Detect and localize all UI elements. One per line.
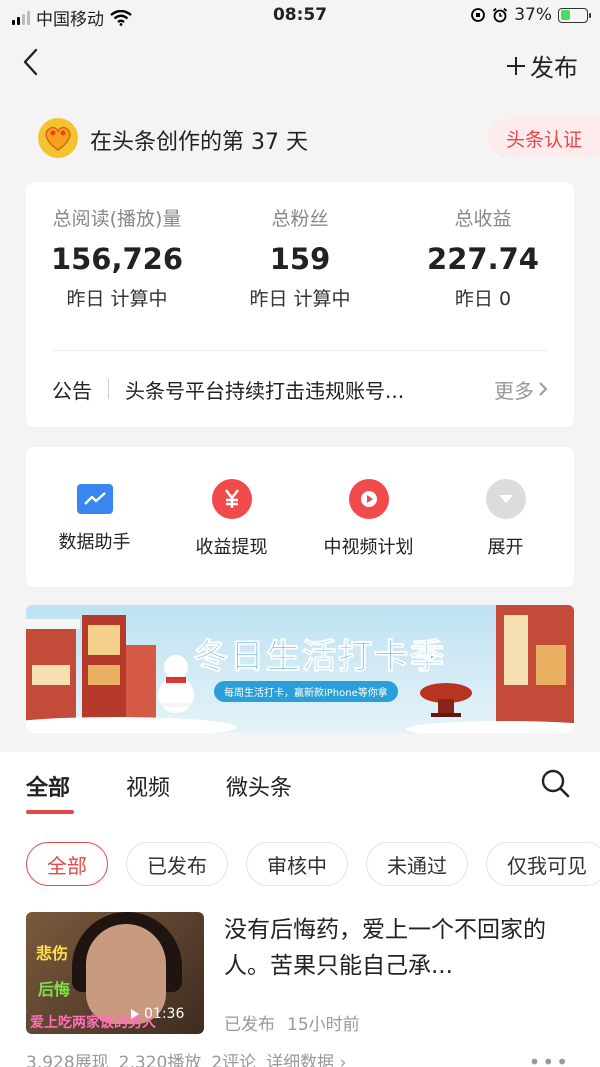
stat-total-income[interactable]: 总收益 227.74 昨日 0: [392, 204, 574, 311]
tools-card: 数据助手 收益提现 中视频计划 展开: [26, 447, 574, 587]
notice-bar[interactable]: 公告 头条号平台持续打击违规账号... 更多: [52, 372, 548, 406]
tool-expand[interactable]: 展开: [437, 479, 574, 559]
plus-icon: [507, 56, 525, 75]
banner-title: 冬日生活打卡季: [194, 637, 446, 678]
tab-micro-post[interactable]: 微头条: [226, 770, 292, 802]
tool-label: 中视频计划: [323, 537, 414, 558]
tool-mid-video-plan[interactable]: 中视频计划: [300, 479, 437, 559]
stat-label: 总收益: [454, 208, 512, 230]
filter-chip-published[interactable]: 已发布: [126, 842, 228, 886]
details-link[interactable]: 详细数据 ›: [266, 1048, 346, 1067]
comments-count: 2评论: [211, 1053, 257, 1067]
battery-icon: [558, 7, 591, 23]
stat-sub: 昨日 计算中: [66, 288, 168, 310]
stat-total-fans[interactable]: 总粉丝 159 昨日 计算中: [209, 204, 391, 311]
stat-value: 156,726: [50, 242, 184, 276]
filter-chip-private[interactable]: 仅我可见: [486, 842, 600, 886]
stat-sub: 昨日 计算中: [249, 288, 351, 310]
stat-total-reads[interactable]: 总阅读(播放)量 156,726 昨日 计算中: [26, 204, 208, 311]
filter-chip-reviewing[interactable]: 审核中: [246, 842, 348, 886]
filter-chips: 全部 已发布 审核中 未通过 仅我可见: [26, 842, 600, 886]
chevron-left-icon: [23, 48, 38, 76]
alarm-icon: [493, 7, 508, 23]
chevron-right-icon: [539, 382, 548, 396]
search-icon[interactable]: [540, 768, 570, 798]
avatar[interactable]: [38, 118, 78, 158]
stat-label: 总粉丝: [271, 208, 329, 230]
publish-label: 发布: [530, 54, 578, 82]
tool-label: 数据助手: [58, 532, 131, 553]
notice-text[interactable]: 头条号平台持续打击违规账号...: [125, 375, 482, 404]
stat-label: 总阅读(播放)量: [52, 208, 182, 230]
nav-bar: 发布: [0, 36, 600, 92]
video-thumbnail[interactable]: 悲伤 后悔 爱上吃两家饭的男人 01:36: [26, 912, 204, 1034]
tab-all[interactable]: 全部: [26, 770, 70, 802]
content-section: 全部 视频 微头条 全部 已发布 审核中 未通过 仅我可见 悲伤 后悔 爱上吃两…: [0, 752, 600, 1067]
thumbnail-text: 后悔: [38, 980, 71, 999]
promo-banner[interactable]: 冬日生活打卡季 每周生活打卡，赢新款iPhone等你拿: [26, 605, 574, 733]
banner-subtitle: 每周生活打卡，赢新款iPhone等你拿: [214, 681, 398, 702]
stat-sub: 昨日 0: [454, 288, 512, 310]
plays-count: 2,320播放: [118, 1053, 202, 1067]
filter-chip-rejected[interactable]: 未通过: [366, 842, 468, 886]
creator-row: 在头条创作的第 37 天 头条认证: [0, 112, 600, 164]
more-options-icon[interactable]: •••: [529, 1050, 570, 1067]
status-bar: 中国移动 08:57 37%: [0, 0, 600, 32]
details-label: 详细数据: [266, 1053, 335, 1067]
play-icon: [131, 1009, 139, 1019]
tab-video[interactable]: 视频: [126, 770, 170, 802]
back-button[interactable]: [18, 46, 48, 78]
tool-data-assistant[interactable]: 数据助手: [26, 479, 163, 554]
article-stats: 3,928展现 2,320播放 2评论 详细数据 ›: [26, 1048, 346, 1067]
cert-badge[interactable]: 头条认证: [488, 118, 600, 158]
creation-days-text: 在头条创作的第 37 天: [90, 130, 308, 155]
notice-tag: 公告: [52, 378, 92, 403]
article-status: 已发布: [224, 1015, 275, 1035]
notice-more-link[interactable]: 更多: [494, 375, 548, 404]
article-time: 15小时前: [287, 1015, 360, 1035]
stat-value: 227.74: [427, 242, 539, 276]
content-tabs: 全部 视频 微头条: [0, 752, 600, 816]
yen-icon: [211, 479, 252, 519]
divider: [52, 350, 548, 351]
battery-fill: [560, 10, 570, 20]
notice-separator: [108, 379, 109, 399]
battery-percent: 37%: [514, 5, 552, 25]
video-duration: 01:36: [130, 1006, 184, 1022]
thumbnail-text: 悲伤: [36, 944, 69, 963]
play-icon: [348, 479, 389, 519]
publish-button[interactable]: 发布: [506, 48, 578, 83]
notice-more-label: 更多: [494, 378, 534, 403]
tool-income-withdraw[interactable]: 收益提现: [163, 479, 300, 559]
article-item[interactable]: 悲伤 后悔 爱上吃两家饭的男人 01:36 没有后悔药，爱上一个不回家的人。苦果…: [26, 912, 574, 1036]
tool-label: 收益提现: [195, 537, 268, 558]
tab-indicator: [26, 810, 74, 814]
filter-chip-all[interactable]: 全部: [26, 842, 108, 886]
article-meta: 已发布 15小时前: [224, 1010, 360, 1035]
chevron-down-icon: [485, 479, 526, 519]
heart-icon: [45, 126, 71, 151]
tool-label: 展开: [487, 537, 524, 558]
stat-value: 159: [269, 242, 331, 276]
rotation-lock-icon: [471, 8, 486, 22]
article-title[interactable]: 没有后悔药，爱上一个不回家的人。苦果只能自己承...: [224, 912, 569, 984]
stats-card: 总阅读(播放)量 156,726 昨日 计算中 总粉丝 159 昨日 计算中 总…: [26, 182, 574, 427]
duration-text: 01:36: [144, 1006, 185, 1022]
chart-icon: [76, 484, 113, 514]
impressions-count: 3,928展现: [26, 1053, 109, 1067]
